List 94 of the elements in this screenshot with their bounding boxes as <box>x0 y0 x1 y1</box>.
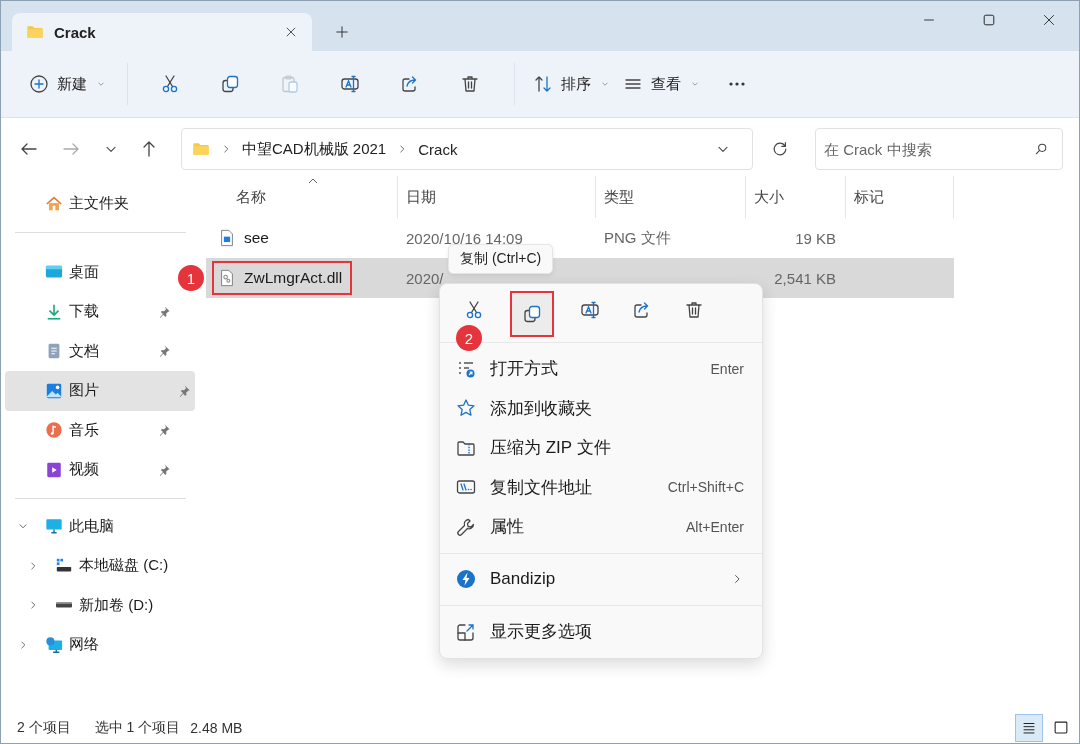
sidebar-item[interactable]: 主文件夹 <box>1 184 196 224</box>
cut-icon <box>464 300 484 320</box>
picture-icon <box>45 381 63 400</box>
new-button[interactable]: 新建 <box>23 68 113 100</box>
network-icon <box>45 635 63 654</box>
pin-icon[interactable] <box>157 423 171 438</box>
tree-item[interactable]: 新加卷 (D:) <box>1 585 196 625</box>
pin-icon[interactable] <box>157 304 171 319</box>
menu-item-label: 压缩为 ZIP 文件 <box>490 437 612 460</box>
sidebar-item[interactable]: 文档 <box>1 331 175 371</box>
close-icon[interactable] <box>1041 12 1057 28</box>
delete-icon[interactable] <box>460 74 480 94</box>
delete-icon <box>684 300 704 320</box>
shortcut: Enter <box>710 360 744 377</box>
tree-item[interactable]: 本地磁盘 (C:) <box>1 546 196 586</box>
tiles-view-icon <box>1052 719 1070 737</box>
sidebar-item[interactable]: 视频 <box>1 450 175 490</box>
copy-icon[interactable] <box>220 74 240 94</box>
copy-button[interactable] <box>510 291 554 337</box>
monitor-icon <box>45 517 63 536</box>
menu-item[interactable]: 压缩为 ZIP 文件 <box>440 428 762 468</box>
new-tab-icon[interactable] <box>334 24 350 40</box>
home-icon <box>45 194 63 213</box>
rename-icon <box>580 300 600 320</box>
selection-count: 选中 1 个项目 <box>94 719 181 737</box>
copy-icon <box>522 304 542 324</box>
menu-item-label: 添加到收藏夹 <box>490 397 593 420</box>
sidebar-item[interactable]: 桌面 <box>1 252 175 292</box>
menu-item-label: 打开方式 <box>490 358 559 381</box>
view-button[interactable]: 查看 <box>617 68 707 100</box>
music-icon <box>45 421 63 440</box>
menu-item[interactable]: 添加到收藏夹 <box>440 388 762 428</box>
menu-item-label: 复制文件地址 <box>490 476 593 499</box>
breadcrumb[interactable]: Crack <box>418 140 458 158</box>
file-name[interactable]: see <box>212 221 279 255</box>
sidebar-item[interactable]: 图片 <box>5 371 195 411</box>
pin-icon[interactable] <box>177 383 191 398</box>
gear-file-icon <box>218 269 236 287</box>
maximize-icon[interactable] <box>981 12 997 28</box>
pin-icon[interactable] <box>157 462 171 477</box>
menu-item[interactable]: Bandizip <box>440 559 762 599</box>
sort-icon <box>533 74 553 94</box>
sidebar-item[interactable]: 下载 <box>1 292 175 332</box>
column-header[interactable]: 类型 <box>596 176 746 218</box>
menu-item-label: 属性 <box>490 516 525 539</box>
pin-icon[interactable] <box>157 344 171 359</box>
expand-icon <box>456 621 476 642</box>
tooltip: 复制 (Ctrl+C) <box>448 244 554 274</box>
close-tab-icon[interactable] <box>284 25 298 39</box>
file-name[interactable]: ZwLmgrAct.dll <box>212 261 353 295</box>
column-header[interactable]: 名称 <box>206 176 398 218</box>
image-file-icon <box>218 229 236 247</box>
details-view-button[interactable] <box>1015 714 1043 742</box>
date-cell-text: 2020/10/16 14:09 <box>405 229 524 247</box>
item-count: 2 个项目 <box>17 719 71 737</box>
menu-item[interactable]: 复制文件地址 Ctrl+Shift+C <box>440 467 762 507</box>
folder-icon <box>192 140 210 158</box>
menu-item-label: 显示更多选项 <box>490 621 593 644</box>
menu-item-label: Bandizip <box>490 569 557 590</box>
step-badge: 1 <box>178 265 204 291</box>
column-header[interactable]: 大小 <box>746 176 846 218</box>
tree-item[interactable]: 网络 <box>1 625 196 665</box>
selection-size: 2.48 MB <box>190 720 243 736</box>
drive-icon <box>55 602 73 609</box>
menu-item[interactable]: 打开方式 Enter <box>440 349 762 389</box>
column-header[interactable]: 标记 <box>846 176 954 218</box>
menu-item[interactable]: 显示更多选项 <box>440 612 762 652</box>
sidebar-item[interactable]: 音乐 <box>1 410 175 450</box>
sort-button[interactable]: 排序 <box>527 68 617 100</box>
column-header[interactable]: 日期 <box>398 176 596 218</box>
search-field[interactable]: 在 Crack 中搜索 <box>815 128 1063 170</box>
address-bar[interactable]: 中望CAD机械版 2021 Crack <box>181 128 753 170</box>
tree-item[interactable]: 此电脑 <box>1 506 196 546</box>
menu-item[interactable]: 属性 Alt+Enter <box>440 507 762 547</box>
plus-icon <box>29 74 49 94</box>
shortcut: Alt+Enter <box>686 518 744 535</box>
shortcut: Ctrl+Shift+C <box>667 479 744 496</box>
lightning-icon <box>456 569 476 590</box>
cut-icon[interactable] <box>160 74 180 94</box>
folder-icon <box>26 23 44 41</box>
download-icon <box>45 302 63 321</box>
refresh-icon[interactable] <box>771 140 789 158</box>
size-cell-text: 2,541 KB <box>773 269 837 287</box>
rename-icon[interactable] <box>340 74 360 94</box>
search-icon[interactable] <box>1033 141 1049 157</box>
breadcrumb[interactable]: 中望CAD机械版 2021 <box>242 139 387 159</box>
star-icon <box>456 398 476 419</box>
size-cell-text: 19 KB <box>794 229 837 247</box>
type-cell-text: PNG 文件 <box>603 228 672 248</box>
video-icon <box>45 460 63 479</box>
date-cell-text: 2020/ <box>405 269 445 287</box>
wrench-icon <box>456 516 476 537</box>
window-tab[interactable]: Crack <box>12 13 312 51</box>
tab-title: Crack <box>54 23 96 41</box>
